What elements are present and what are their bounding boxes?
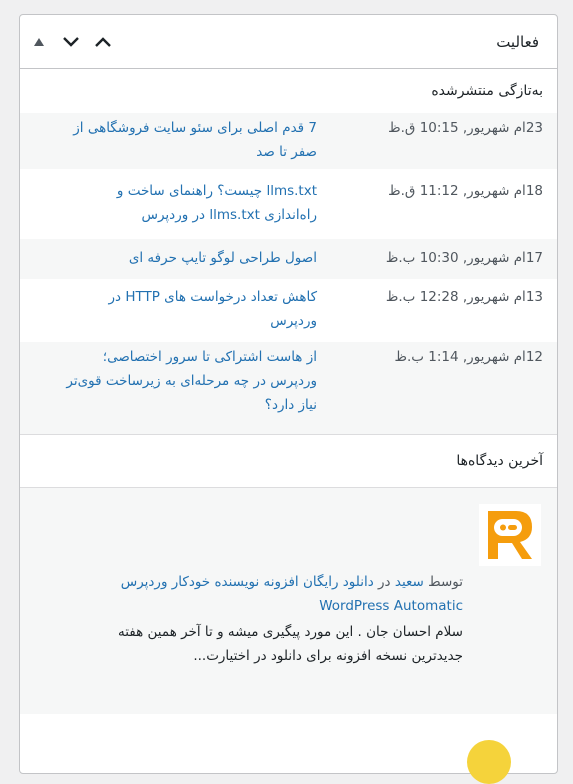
avatar [479,504,541,566]
post-date: 13ام شهریور, 12:28 ب.ظ [385,289,543,305]
recent-comments-heading: آخرین دیدگاه‌ها [456,453,543,469]
post-title-link[interactable]: 7 قدم اصلی برای سئو سایت فروشگاهی از صفر… [37,116,317,164]
post-title-link[interactable]: llms.txt چیست؟ راهنمای ساخت و راه‌اندازی… [37,179,317,227]
post-title-link[interactable]: کاهش تعداد درخواست های HTTP در وردپرس [37,285,317,333]
post-date: 23ام شهریور, 10:15 ق.ظ [388,120,543,136]
post-date: 18ام شهریور, 11:12 ق.ظ [388,183,543,199]
list-item: 23ام شهریور, 10:15 ق.ظ 7 قدم اصلی برای س… [20,113,557,169]
move-up-triangle-icon[interactable] [30,33,48,51]
avatar-logo-icon [488,511,532,559]
list-item: 17ام شهریور, 10:30 ب.ظ اصول طراحی لوگو ت… [20,239,557,279]
widget-title: فعالیت [496,32,539,51]
widget-controls [30,33,112,51]
next-comment-avatar [467,740,511,784]
comment-by-label: توسط [428,574,463,590]
list-item: 12ام شهریور, 1:14 ب.ظ از هاست اشتراکی تا… [20,342,557,434]
list-item: 18ام شهریور, 11:12 ق.ظ llms.txt چیست؟ را… [20,169,557,239]
post-title-link[interactable]: اصول طراحی لوگو تایپ حرفه ای [37,246,317,270]
post-date: 12ام شهریور, 1:14 ب.ظ [394,349,543,365]
recent-posts-list: 23ام شهریور, 10:15 ق.ظ 7 قدم اصلی برای س… [20,113,557,434]
list-item: 13ام شهریور, 12:28 ب.ظ کاهش تعداد درخواس… [20,279,557,342]
post-title-link[interactable]: از هاست اشتراکی تا سرور اختصاصی؛ وردپرس … [37,345,317,417]
comment-item: توسط سعید در دانلود رایگان افزونه نویسند… [20,487,557,714]
comment-author-link[interactable]: سعید [395,574,424,590]
comment-excerpt: سلام احسان جان . این مورد پیگیری میشه و … [117,624,463,664]
chevron-up-icon[interactable] [94,33,112,51]
comment-in-label: در [378,574,391,590]
chevron-down-icon[interactable] [62,33,80,51]
activity-widget: فعالیت به‌تازگی منتشرشده 23ام شهریور, 10… [19,14,558,774]
recent-posts-heading: به‌تازگی منتشرشده [431,83,543,99]
comment-meta: توسط سعید در دانلود رایگان افزونه نویسند… [63,570,463,618]
post-date: 17ام شهریور, 10:30 ب.ظ [385,250,543,266]
widget-header: فعالیت [20,15,557,69]
